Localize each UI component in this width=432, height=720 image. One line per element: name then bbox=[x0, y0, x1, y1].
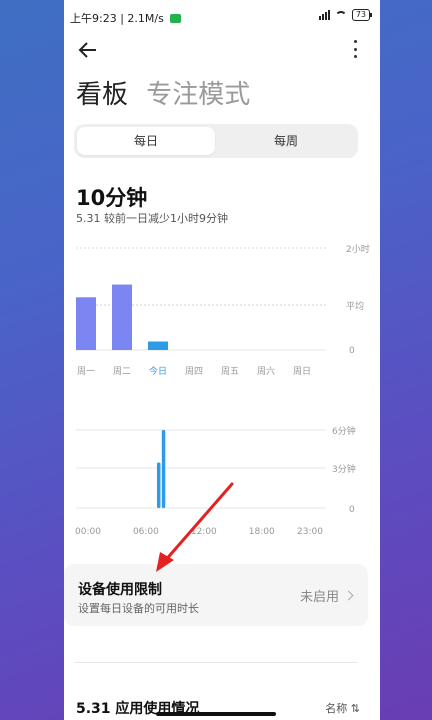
hour-label-2: 12:00 bbox=[191, 527, 217, 537]
chevron-right-icon bbox=[343, 590, 354, 601]
more-options-icon[interactable] bbox=[352, 40, 358, 58]
tab-focus-mode[interactable]: 专注模式 bbox=[146, 80, 250, 110]
device-limit-desc: 设置每日设备的可用时长 bbox=[78, 602, 199, 615]
home-indicator[interactable] bbox=[156, 712, 276, 716]
bar-1[interactable] bbox=[112, 284, 132, 350]
status-icons: 73 bbox=[318, 9, 373, 21]
total-usage: 10分钟 bbox=[76, 186, 148, 210]
device-limit-title: 设备使用限制 bbox=[78, 582, 162, 598]
wechat-notification-icon bbox=[170, 14, 182, 23]
page-tabs: 看板 专注模式 bbox=[76, 74, 250, 111]
toggle-weekly[interactable]: 每周 bbox=[217, 127, 355, 155]
phone-screen: 上午9:23 | 2.1M/s 73 看板 专注模式 每日 每周 10分钟 5.… bbox=[64, 0, 380, 720]
toggle-daily[interactable]: 每日 bbox=[77, 127, 215, 155]
device-limit-status-text: 未启用 bbox=[299, 590, 339, 605]
hourly-bar-1[interactable] bbox=[161, 430, 166, 508]
device-limit-status: 未启用 bbox=[299, 586, 354, 605]
hour-label-3: 18:00 bbox=[249, 527, 275, 537]
hour-label-4: 23:00 bbox=[297, 527, 323, 537]
day-label-3: 周四 bbox=[185, 366, 203, 377]
status-bar: 上午9:23 | 2.1M/s 73 bbox=[64, 0, 380, 34]
hour-label-1: 06:00 bbox=[133, 527, 159, 537]
y-label-6min: 6分钟 bbox=[332, 425, 356, 437]
hour-label-0: 00:00 bbox=[75, 527, 101, 537]
period-toggle: 每日 每周 bbox=[74, 124, 358, 158]
sort-by-name-button[interactable]: 名称 ⇅ bbox=[325, 700, 360, 716]
day-label-5: 周六 bbox=[257, 365, 275, 377]
device-limit-card[interactable]: 设备使用限制 设置每日设备的可用时长 未启用 bbox=[64, 564, 368, 626]
back-arrow-icon[interactable] bbox=[76, 38, 100, 62]
usage-comparison: 5.31 较前一日减少1小时9分钟 bbox=[76, 212, 228, 225]
day-label-6: 周日 bbox=[293, 366, 311, 377]
wifi-icon bbox=[334, 10, 347, 20]
battery-icon: 73 bbox=[351, 9, 373, 21]
day-label-4: 周五 bbox=[221, 366, 239, 377]
day-label-2: 今日 bbox=[149, 365, 167, 377]
bar-2[interactable] bbox=[148, 341, 168, 351]
y-label-0: 0 bbox=[349, 505, 355, 515]
day-label-0: 周一 bbox=[77, 366, 95, 377]
hourly-usage-chart: 6分钟 3分钟 0 00:00 06:00 12:00 18:00 23:00 bbox=[75, 425, 356, 537]
y-label-avg: 平均 bbox=[346, 300, 364, 312]
bar-0[interactable] bbox=[76, 297, 96, 350]
tab-dashboard[interactable]: 看板 bbox=[76, 80, 128, 110]
day-label-1: 周二 bbox=[113, 366, 131, 377]
y-label-zero: 0 bbox=[349, 346, 355, 356]
y-label-top: 2小时 bbox=[346, 243, 370, 255]
time-network-text: 上午9:23 | 2.1M/s bbox=[70, 12, 164, 25]
divider bbox=[74, 662, 358, 663]
signal-icon bbox=[318, 10, 330, 20]
y-label-3min: 3分钟 bbox=[332, 463, 356, 475]
status-time: 上午9:23 | 2.1M/s bbox=[70, 10, 182, 26]
hourly-bar-0[interactable] bbox=[156, 462, 161, 509]
weekly-usage-chart: 2小时 平均 0 周一 周二 今日 周四 周五 周六 周日 bbox=[76, 243, 370, 377]
